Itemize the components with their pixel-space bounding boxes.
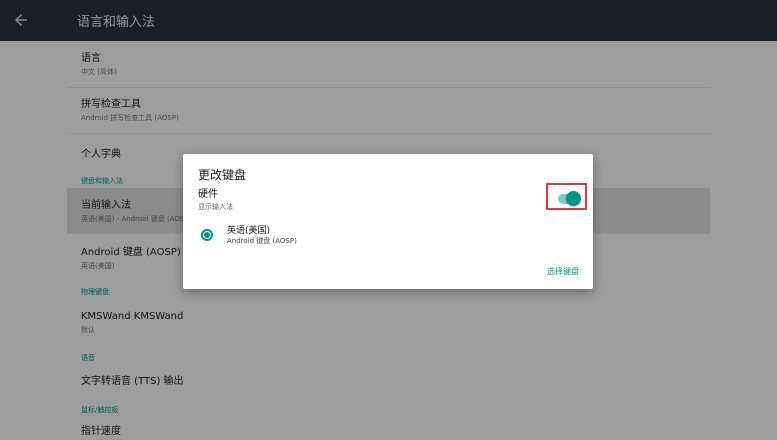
- choose-keyboard-button[interactable]: 选择键盘: [547, 266, 579, 277]
- radio-dot: [204, 232, 210, 238]
- settings-screen: 语言和输入法 语言 中文 (简体) 拼写检查工具 Android 拼写检查工具 …: [0, 0, 777, 440]
- show-ime-toggle[interactable]: [546, 183, 587, 210]
- hardware-section-title: 硬件: [198, 189, 218, 200]
- dialog-title: 更改键盘: [198, 168, 247, 182]
- toggle-thumb: [566, 191, 581, 206]
- option-summary: Android 键盘 (AOSP): [227, 237, 297, 245]
- option-title: 英语(美国): [227, 226, 271, 236]
- change-keyboard-dialog: 更改键盘 硬件 显示输入法 英语(美国) Android 键盘 (AOSP) 选…: [183, 154, 593, 289]
- hardware-section-summary: 显示输入法: [198, 203, 233, 211]
- keyboard-option-en-us[interactable]: 英语(美国) Android 键盘 (AOSP): [201, 222, 401, 248]
